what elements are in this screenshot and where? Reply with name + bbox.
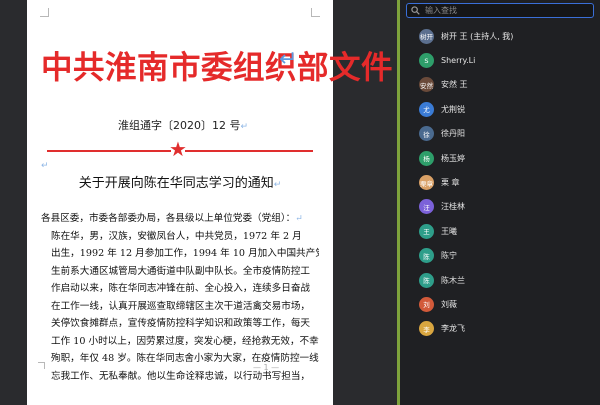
participant-name: 树开 王 (主持人, 我) — [441, 31, 514, 41]
paragraph-mark-icon: ↵ — [273, 180, 282, 190]
avatar: 王 — [419, 223, 434, 239]
participant-name: 栗 章 — [441, 178, 460, 188]
participant-row[interactable]: 尤尤荆锐 — [400, 97, 600, 121]
avatar: 尤 — [419, 101, 434, 117]
document-page: 中共淮南市委组织部文件 ↵ 淮组通字〔2020〕12 号↵ ★ ↵ 关于开展向陈… — [27, 0, 394, 405]
participant-name: Sherry.Li — [441, 56, 476, 66]
document-body: 各县区委，市委各部委办局，各县级以上单位党委（党组）：↵ 陈在华，男，汉族，安徽凤… — [41, 210, 319, 385]
participant-row[interactable]: 李李龙飞 — [400, 317, 600, 341]
avatar: 栗章 — [419, 175, 434, 191]
participant-name: 汪桂林 — [441, 202, 465, 212]
red-star-icon: ★ — [169, 137, 187, 161]
paragraph-mark-icon: ↵ — [295, 214, 303, 224]
paragraph-mark-icon: ↵ — [279, 47, 298, 72]
document-body-text: 作启动以来，陈在华同志冲锋在前、全心投入，连续多日奋战 — [51, 283, 311, 294]
document-body-line: 作启动以来，陈在华同志冲锋在前、全心投入，连续多日奋战 — [41, 280, 319, 298]
page-crop-mark-bottom-left — [38, 362, 45, 369]
red-divider-left — [47, 150, 171, 152]
participant-row[interactable]: 汪汪桂林 — [400, 195, 600, 219]
document-body-text: 各县区委，市委各部委办局，各县级以上单位党委（党组）： — [41, 213, 296, 224]
app-window: 中共淮南市委组织部文件 ↵ 淮组通字〔2020〕12 号↵ ★ ↵ 关于开展向陈… — [0, 0, 600, 405]
document-subtitle: 关于开展向陈在华同志学习的通知↵ — [47, 172, 313, 191]
participant-row[interactable]: 陈陈宁 — [400, 244, 600, 268]
document-body-line: 各县区委，市委各部委办局，各县级以上单位党委（党组）：↵ — [41, 210, 319, 228]
document-body-text: 陈在华，男，汉族，安徽凤台人，中共党员，1972 年 2 月 — [51, 230, 302, 242]
document-body-text: 关停饮食摊群点，宣传疫情防控科学知识和政策等工作，每天 — [51, 318, 311, 329]
participant-name: 杨玉婷 — [441, 153, 465, 163]
document-body-text: 忘我工作、无私奉献。他以生命诠释忠诚，以行动书写担当， — [51, 370, 311, 382]
participant-row[interactable]: 栗章栗 章 — [400, 170, 600, 194]
document-body-text: 工作 10 小时以上，因劳累过度，突发心梗，经抢救无效，不幸 — [51, 335, 319, 347]
document-body-line: 生前系大通区城管局大通街道中队副中队长。全市疫情防控工 — [41, 263, 319, 281]
document-subtitle-text: 关于开展向陈在华同志学习的通知 — [78, 176, 274, 191]
avatar: 徐 — [419, 126, 434, 142]
paragraph-mark-icon: ↵ — [41, 161, 49, 171]
search-box[interactable] — [406, 3, 594, 18]
document-body-line: 出生，1992 年 12 月参加工作，1994 年 10 月加入中国共产党， — [41, 245, 319, 263]
document-number-text: 淮组通字〔2020〕12 号 — [117, 119, 241, 132]
participant-list: 树开 树开 王 (主持人, 我) S Sherry.Li 安然 安然 王尤尤荆锐徐徐丹阳杨… — [400, 24, 600, 341]
document-red-header: 中共淮南市委组织部文件 — [41, 50, 394, 85]
participant-name: 刘薇 — [441, 299, 457, 309]
avatar: 汪 — [419, 199, 434, 215]
participants-panel: 树开树开 王 (主持人, 我)SSherry.Li安然安然 王尤尤荆锐徐徐丹阳杨… — [400, 0, 600, 405]
avatar: 陈 — [419, 248, 434, 264]
document-body-line: 陈在华，男，汉族，安徽凤台人，中共党员，1972 年 2 月 — [41, 228, 319, 246]
avatar: 安然 — [419, 77, 434, 93]
participant-name: 尤荆锐 — [441, 104, 465, 114]
page-crop-mark-top-left — [40, 8, 49, 17]
participant-row[interactable]: 树开 树开 王 (主持人, 我) — [400, 24, 600, 48]
participant-row[interactable]: 杨杨玉婷 — [400, 146, 600, 170]
participant-row[interactable]: 王王曦 — [400, 219, 600, 243]
participant-name: 徐丹阳 — [441, 129, 465, 139]
participant-row[interactable]: 陈陈木兰 — [400, 268, 600, 292]
page-number: — 1 — — [253, 363, 280, 372]
avatar: S — [419, 53, 434, 69]
document-body-text: 生前系大通区城管局大通街道中队副中队长。全市疫情防控工 — [51, 265, 311, 277]
document-body-text: 出生，1992 年 12 月参加工作，1994 年 10 月加入中国共产党， — [51, 248, 319, 259]
participant-name: 陈木兰 — [441, 275, 465, 285]
participant-row[interactable]: 徐徐丹阳 — [400, 122, 600, 146]
participant-name: 陈宁 — [441, 251, 457, 261]
document-body-text: 在工作一线，认真开展巡查取缔辖区主次干道活禽交易市场， — [51, 300, 311, 312]
document-body-line: 关停饮食摊群点，宣传疫情防控科学知识和政策等工作，每天 — [41, 315, 319, 333]
participant-row[interactable]: S Sherry.Li — [400, 48, 600, 72]
avatar: 树开 — [419, 28, 434, 44]
red-divider-right — [185, 150, 313, 152]
participant-row[interactable]: 刘刘薇 — [400, 292, 600, 316]
document-viewer[interactable]: 中共淮南市委组织部文件 ↵ 淮组通字〔2020〕12 号↵ ★ ↵ 关于开展向陈… — [0, 0, 397, 405]
document-number: 淮组通字〔2020〕12 号↵ — [81, 117, 285, 133]
document-body-line: 在工作一线，认真开展巡查取缔辖区主次干道活禽交易市场， — [41, 298, 319, 316]
participant-row[interactable]: 安然 安然 王 — [400, 73, 600, 97]
page-crop-mark-top-right — [311, 8, 320, 17]
avatar: 李 — [419, 321, 434, 337]
avatar: 刘 — [419, 296, 434, 312]
participant-name: 王曦 — [441, 226, 457, 236]
document-body-line: 工作 10 小时以上，因劳累过度，突发心梗，经抢救无效，不幸 — [41, 333, 319, 351]
participant-name: 安然 王 — [441, 80, 468, 90]
avatar: 杨 — [419, 150, 434, 166]
avatar: 陈 — [419, 272, 434, 288]
search-icon — [411, 6, 420, 15]
paragraph-mark-icon: ↵ — [240, 122, 249, 132]
participant-name: 李龙飞 — [441, 324, 465, 334]
search-input[interactable] — [425, 6, 593, 15]
